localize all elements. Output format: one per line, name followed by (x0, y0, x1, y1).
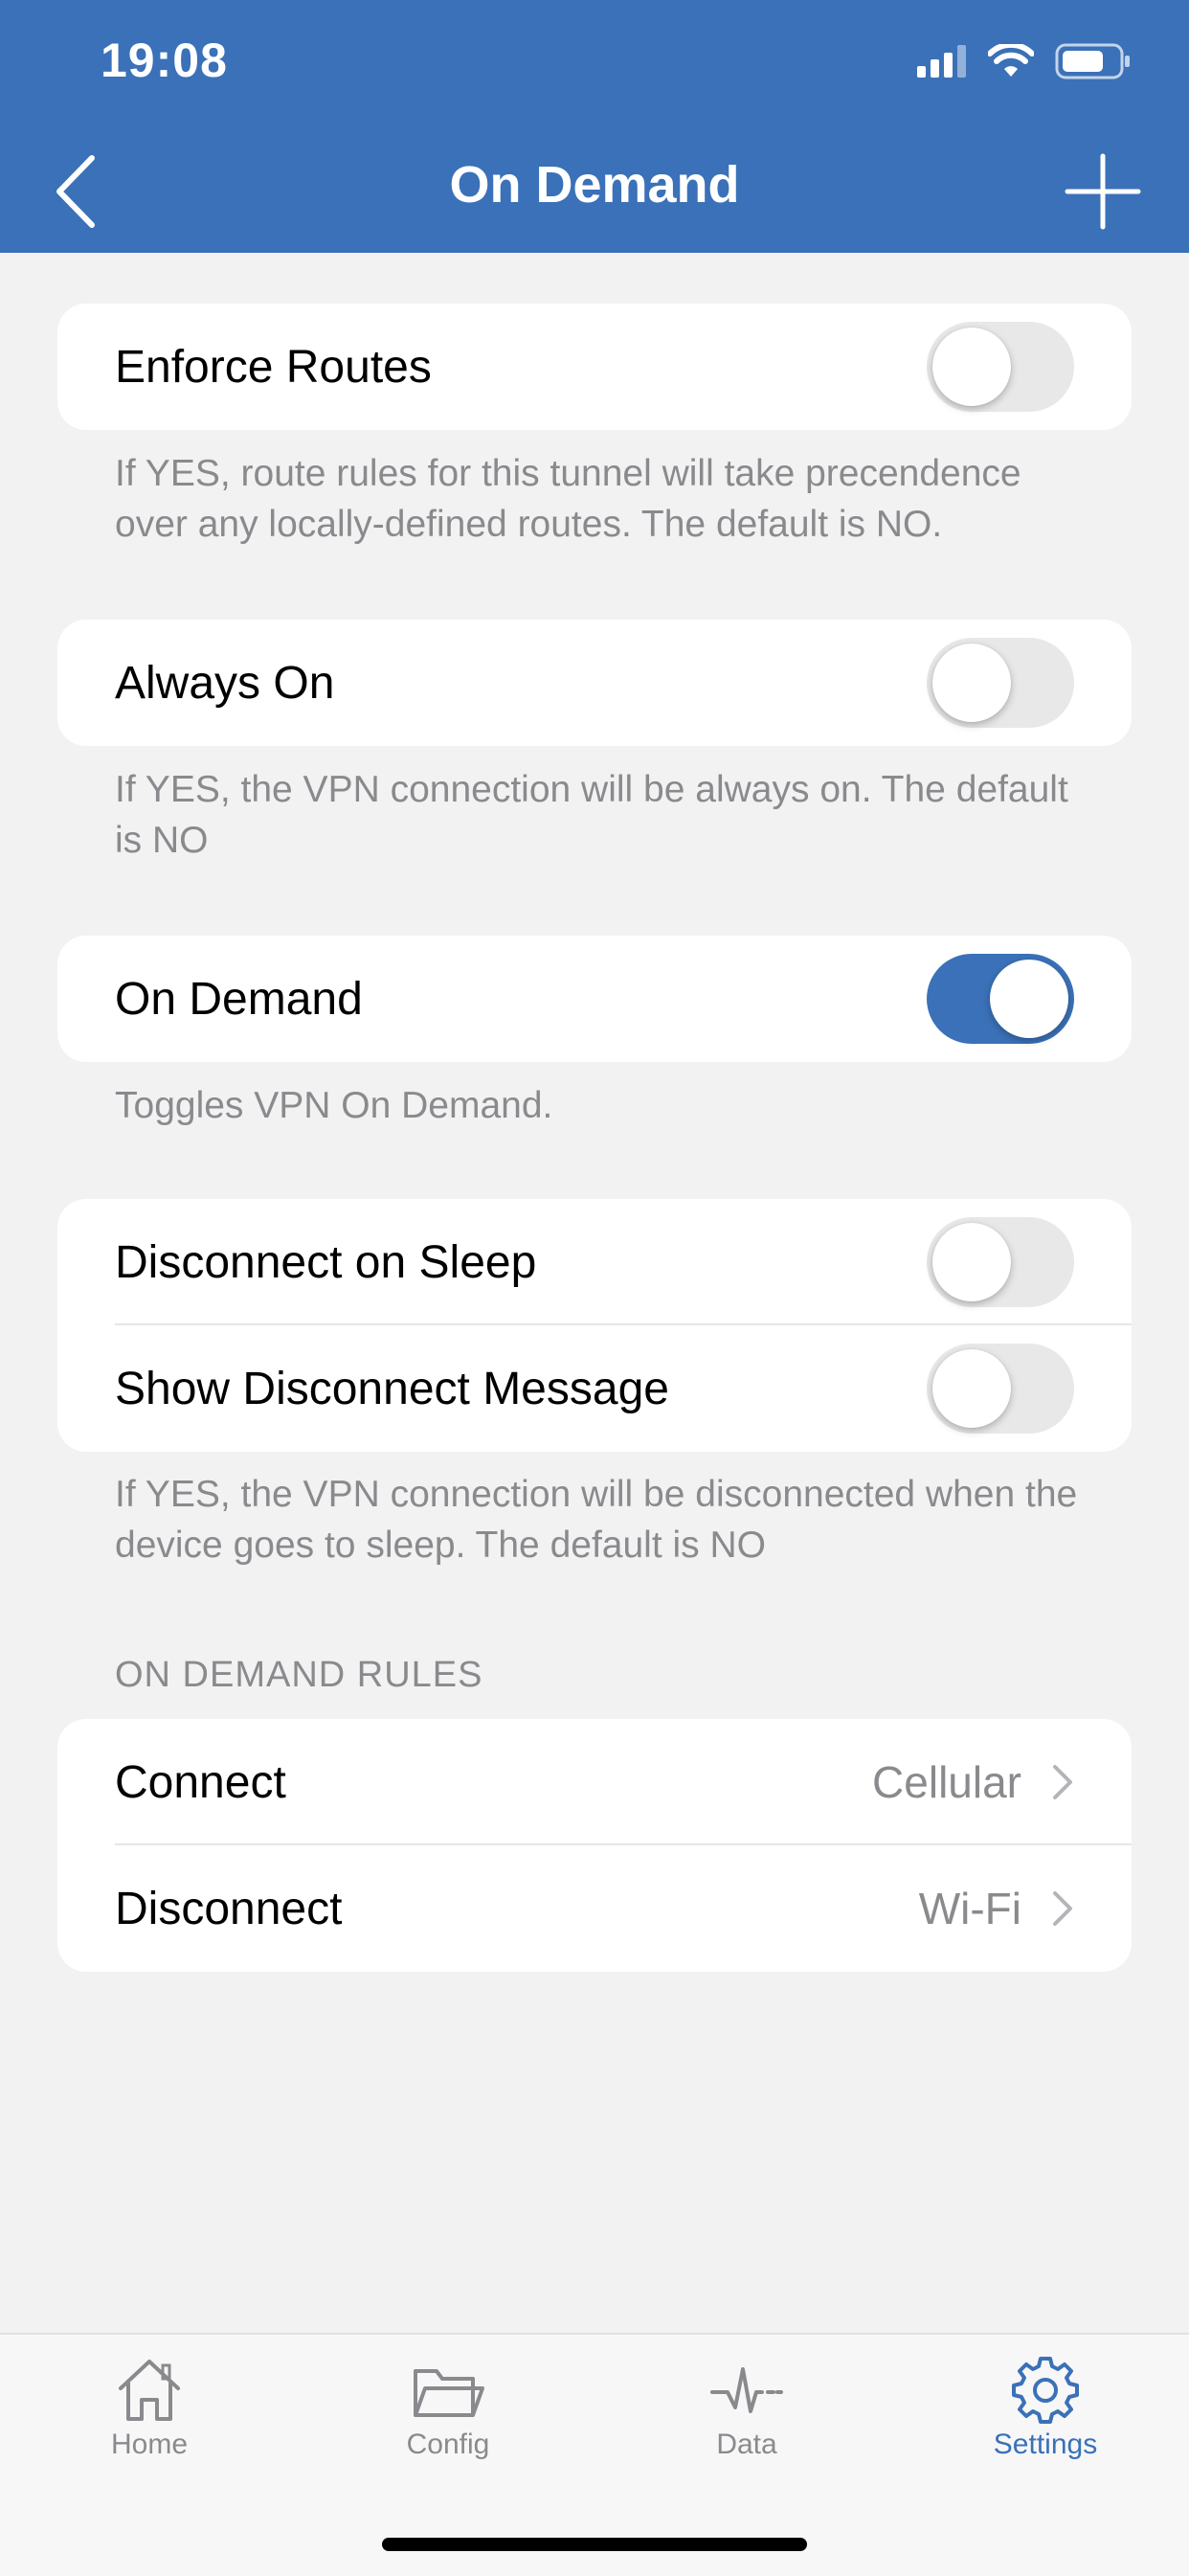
status-time: 19:08 (101, 34, 228, 87)
disconnect-on-sleep-toggle[interactable] (927, 1217, 1074, 1307)
nav-header: 19:08 On Demand (0, 0, 1189, 253)
toggle-knob (932, 328, 1011, 406)
pulse-icon (710, 2367, 783, 2413)
on-demand-card: On Demand (57, 936, 1132, 1062)
wifi-icon (988, 44, 1034, 77)
rule-row-disconnect[interactable]: Disconnect Wi-Fi (57, 1845, 1132, 1972)
always-on-label: Always On (115, 657, 335, 709)
gear-icon (1012, 2357, 1079, 2424)
chevron-right-icon (1053, 1891, 1072, 1926)
rule-value: Cellular (872, 1757, 1021, 1807)
always-on-toggle[interactable] (927, 638, 1074, 728)
page-title: On Demand (449, 156, 740, 214)
toggle-knob (932, 1349, 1011, 1428)
status-icons (917, 42, 1132, 80)
tab-label: Data (716, 2429, 777, 2460)
rule-value: Wi-Fi (918, 1884, 1021, 1933)
disconnect-on-sleep-row: Disconnect on Sleep (57, 1199, 1132, 1325)
tab-label: Config (406, 2429, 490, 2460)
rules-section-header: ON DEMAND RULES (115, 1655, 483, 1695)
tab-settings[interactable]: Settings (950, 2356, 1141, 2461)
on-demand-label: On Demand (115, 973, 363, 1025)
add-button[interactable] (1065, 148, 1141, 235)
on-demand-toggle[interactable] (927, 954, 1074, 1044)
enforce-routes-row: Enforce Routes (57, 304, 1132, 430)
battery-icon (1055, 43, 1130, 79)
sleep-footnote: If YES, the VPN connection will be disco… (115, 1474, 1078, 1566)
enforce-routes-toggle[interactable] (927, 322, 1074, 412)
always-on-card: Always On (57, 620, 1132, 746)
tab-data[interactable]: Data (651, 2356, 842, 2461)
rule-row-connect[interactable]: Connect Cellular (57, 1719, 1132, 1845)
sleep-settings-card: Disconnect on Sleep Show Disconnect Mess… (57, 1199, 1132, 1452)
on-demand-footnote: Toggles VPN On Demand. (115, 1085, 553, 1126)
rules-card: Connect Cellular Disconnect Wi-Fi (57, 1719, 1132, 1972)
folder-icon (414, 2369, 484, 2417)
toggle-knob (932, 644, 1011, 722)
tab-label: Home (110, 2429, 189, 2460)
on-demand-row: On Demand (57, 936, 1132, 1062)
enforce-routes-card: Enforce Routes (57, 304, 1132, 430)
disconnect-on-sleep-label: Disconnect on Sleep (115, 1236, 537, 1288)
tab-label: Settings (993, 2429, 1098, 2460)
show-disconnect-message-row: Show Disconnect Message (57, 1325, 1132, 1452)
chevron-right-icon (1053, 1765, 1072, 1799)
show-disconnect-message-label: Show Disconnect Message (115, 1363, 669, 1414)
tab-config[interactable]: Config (352, 2356, 544, 2461)
enforce-routes-footnote: If YES, route rules for this tunnel will… (115, 453, 1021, 545)
show-disconnect-message-toggle[interactable] (927, 1344, 1074, 1434)
tab-home[interactable]: Home (54, 2356, 245, 2461)
toggle-knob (932, 1223, 1011, 1301)
rule-label: Disconnect (115, 1883, 343, 1934)
toggle-knob (990, 960, 1068, 1038)
house-icon (119, 2360, 180, 2421)
home-indicator (382, 2538, 807, 2551)
rule-label: Connect (115, 1756, 286, 1808)
enforce-routes-label: Enforce Routes (115, 341, 432, 393)
always-on-footnote: If YES, the VPN connection will be alway… (115, 769, 1068, 861)
cellular-signal-icon (917, 45, 966, 78)
always-on-row: Always On (57, 620, 1132, 746)
plus-icon (1065, 153, 1141, 230)
